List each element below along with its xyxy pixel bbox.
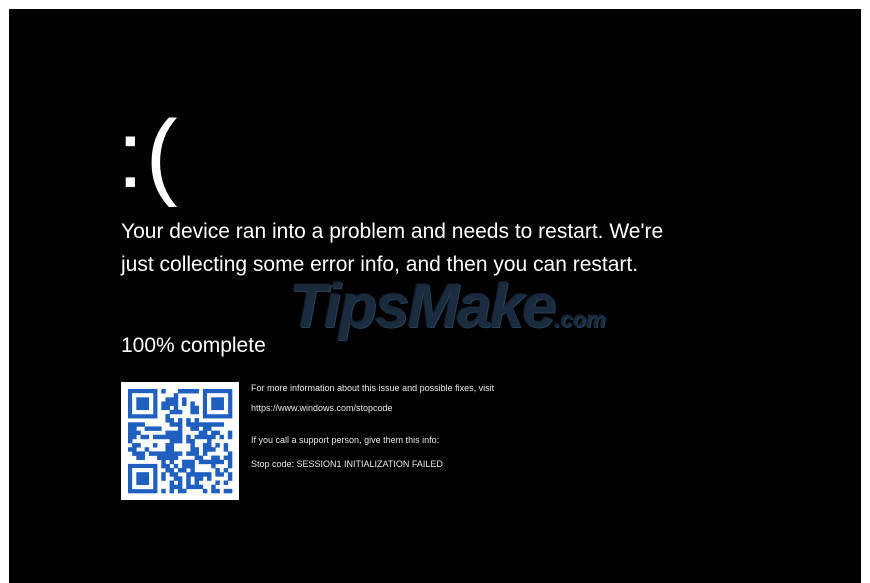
stopcode-url[interactable]: https://www.windows.com/stopcode <box>251 402 494 414</box>
more-info-text: For more information about this issue an… <box>251 383 495 393</box>
progress-text: 100% complete <box>121 334 266 357</box>
crash-screen: :( Your device ran into a problem and ne… <box>9 9 861 583</box>
watermark-brand: TipsMake <box>289 272 556 341</box>
watermark-logo: TipsMake.com <box>289 271 606 342</box>
watermark-tld: .com <box>554 307 606 332</box>
sad-face-emoticon: :( <box>117 101 180 208</box>
qr-code-icon <box>128 389 233 494</box>
support-text: If you call a support person, give them … <box>251 435 440 445</box>
info-block: For more information about this issue an… <box>251 382 494 470</box>
stop-code-text: Stop code: SESSION1 INITIALIZATION FAILE… <box>251 459 443 469</box>
qr-code <box>121 382 239 500</box>
